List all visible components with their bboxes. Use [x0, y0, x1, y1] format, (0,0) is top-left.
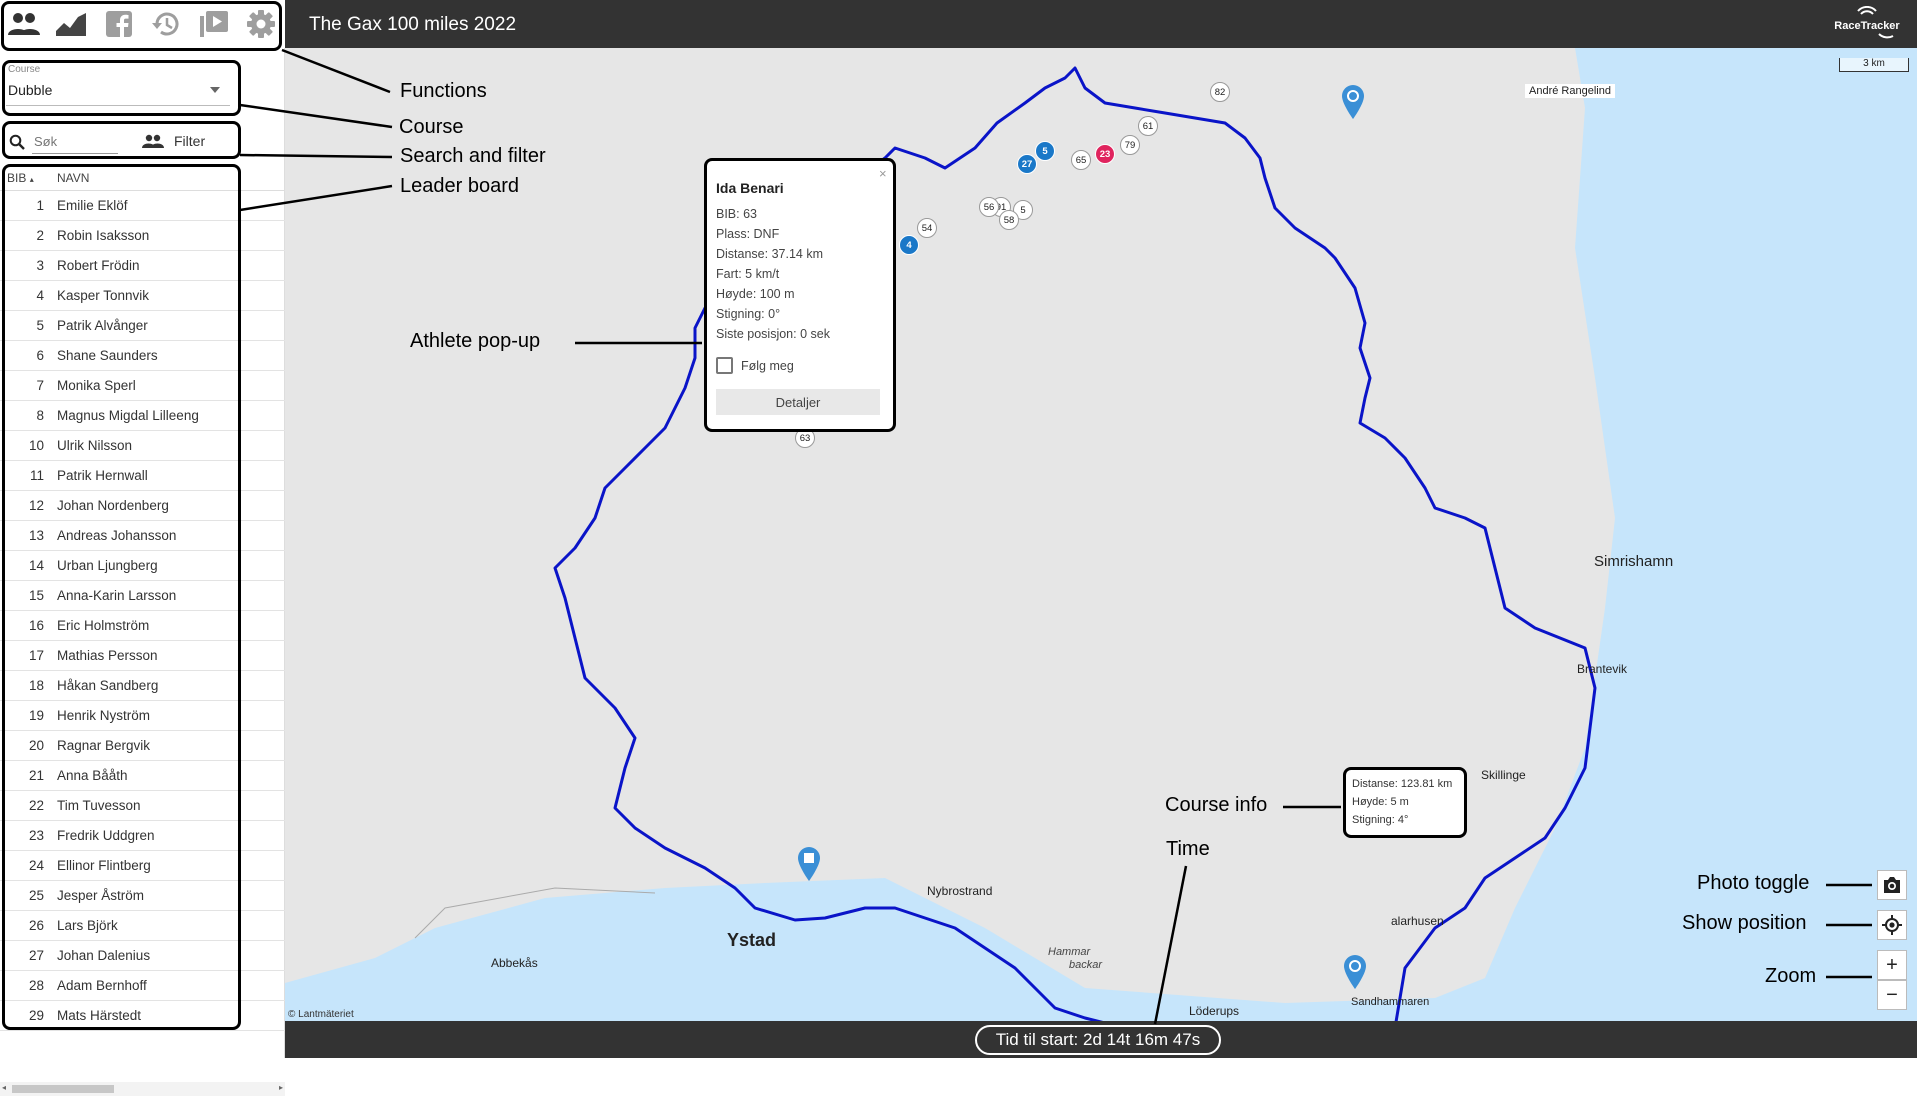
- annotation-functions: Functions: [400, 80, 487, 102]
- annotation-course: Course: [399, 116, 464, 138]
- scrollbar-thumb[interactable]: [12, 1085, 114, 1093]
- annotation-time: Time: [1166, 838, 1210, 860]
- annotation-search-filter: Search and filter: [400, 145, 546, 167]
- annotation-show-position: Show position: [1682, 912, 1807, 934]
- scroll-right-icon[interactable]: ▸: [279, 1083, 283, 1092]
- annotation-photo-toggle: Photo toggle: [1697, 872, 1810, 894]
- annotation-course-info: Course info: [1165, 794, 1268, 816]
- horizontal-scrollbar[interactable]: ◂ ▸: [0, 1082, 285, 1096]
- annotation-zoom: Zoom: [1765, 965, 1817, 987]
- annotation-lines: [239, 48, 1872, 1025]
- annotation-leaderboard: Leader board: [400, 175, 519, 197]
- annotation-athlete-popup: Athlete pop-up: [410, 330, 541, 352]
- scroll-left-icon[interactable]: ◂: [2, 1083, 6, 1092]
